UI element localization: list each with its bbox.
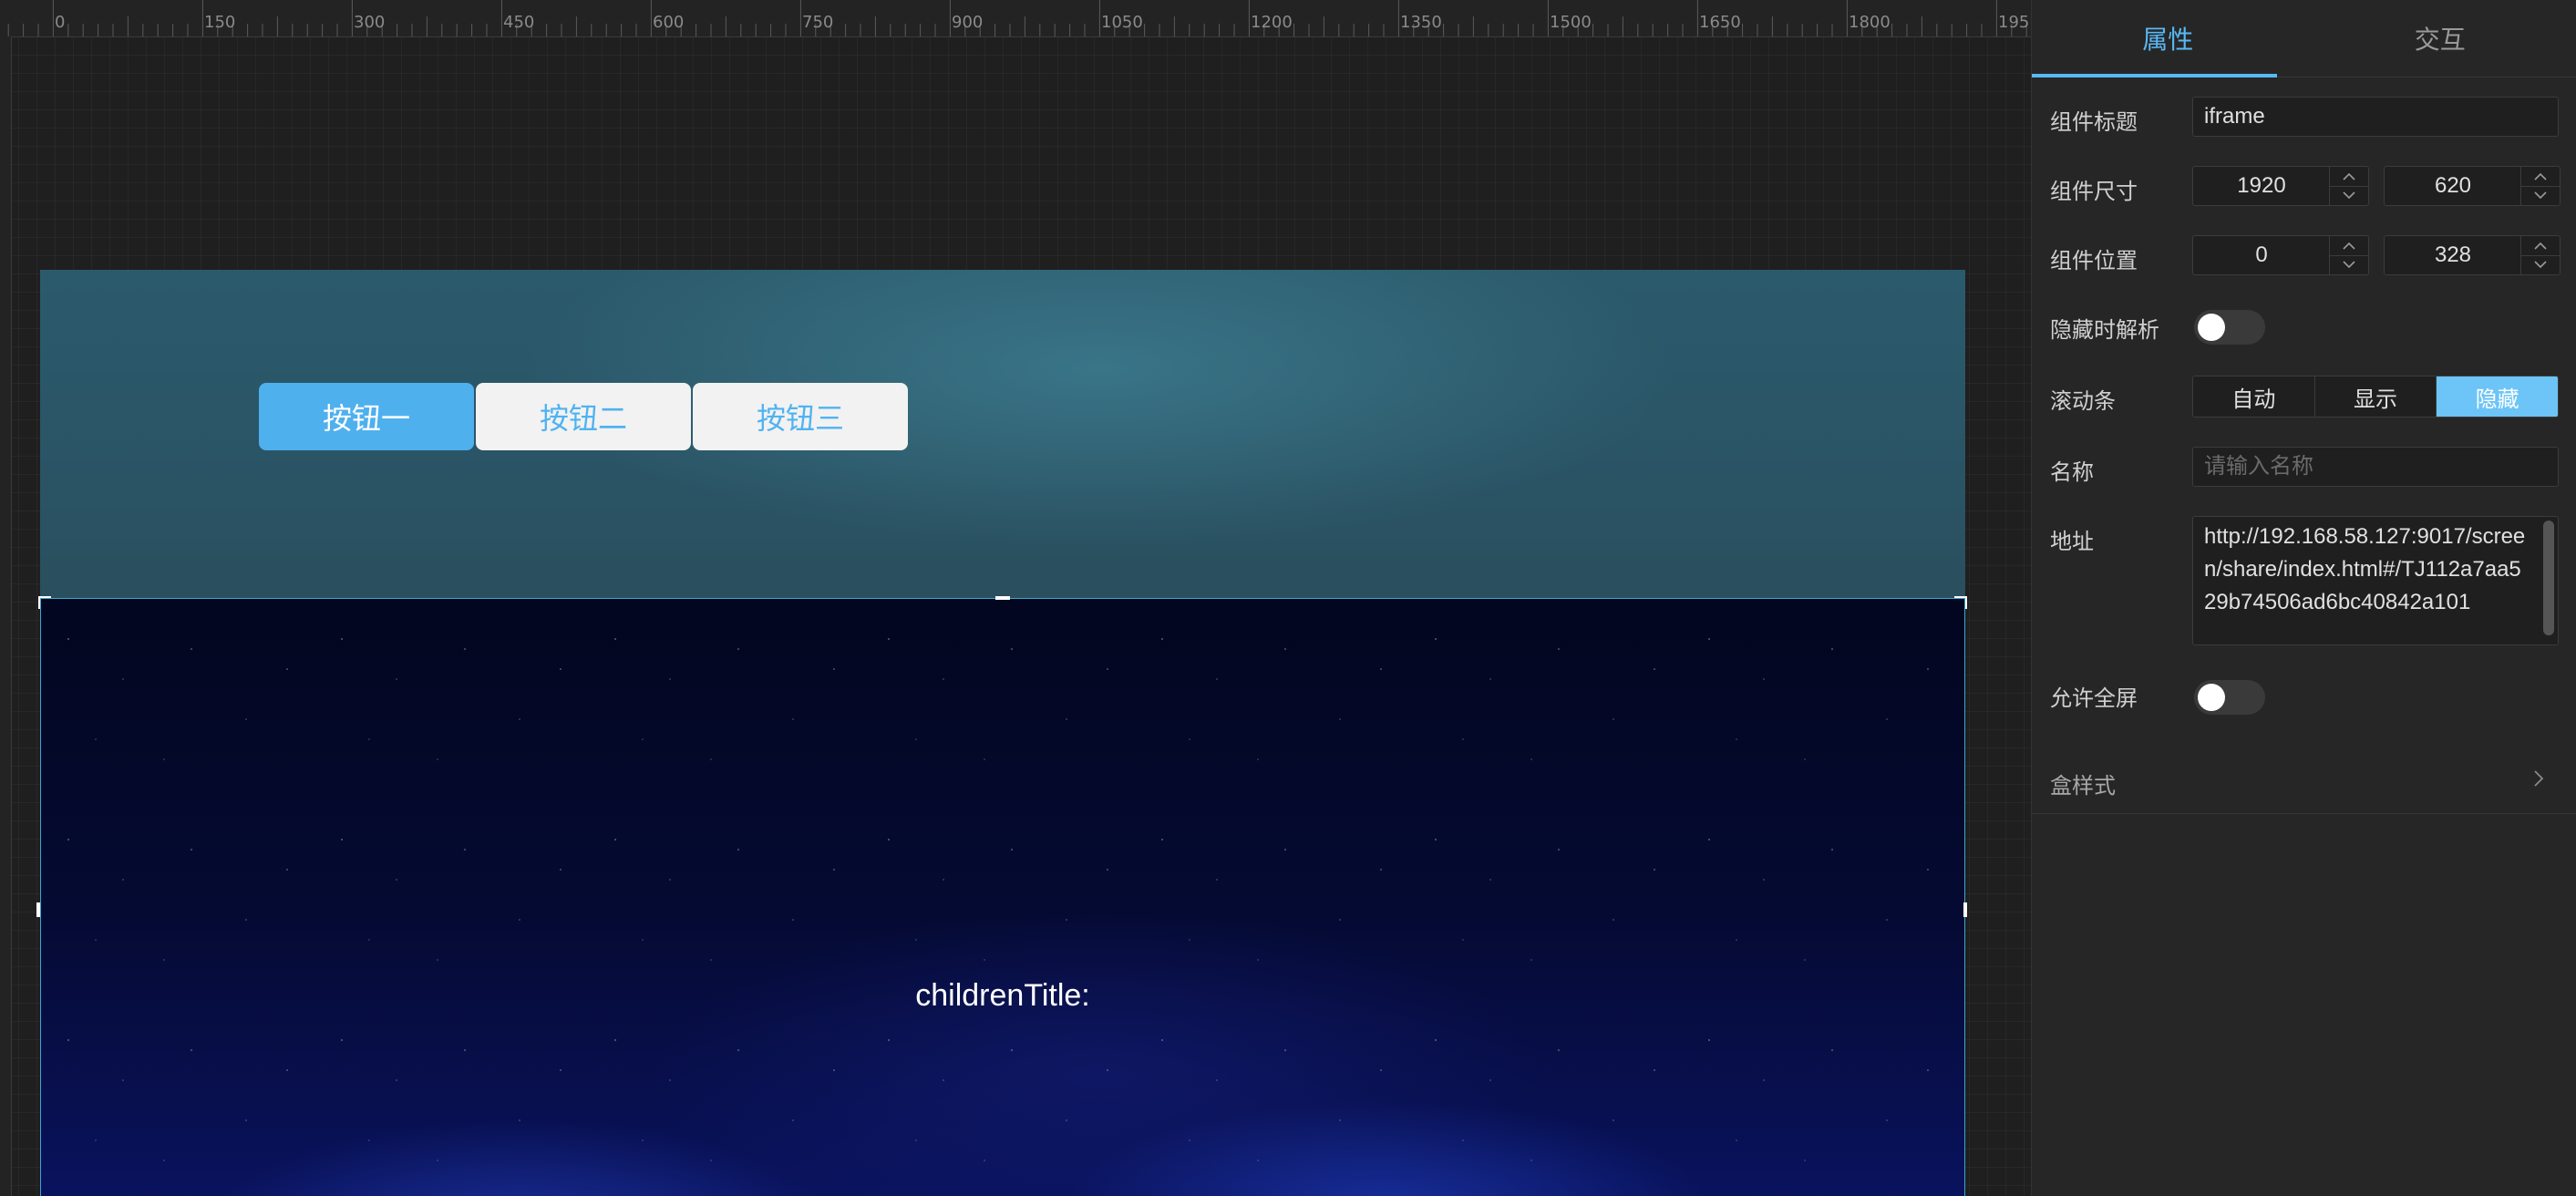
pos-y-stepper	[2520, 236, 2560, 274]
editor-canvas[interactable]: 0 150 300 450 600 750 900 1050 1200 1350 1500 1650 1…	[0, 0, 2031, 1196]
iframe-component[interactable]: childrenTitle:	[40, 598, 1965, 1196]
panel-tabs: 属性 交互	[2032, 0, 2576, 77]
pos-x-stepper	[2329, 236, 2368, 274]
component-position-label: 组件位置	[2050, 249, 2138, 273]
ruler-tick-label: 0	[55, 13, 66, 32]
address-scrollbar[interactable]	[2543, 521, 2554, 635]
ruler-tick-label: 1800	[1849, 13, 1891, 32]
ruler-vertical	[0, 36, 12, 1196]
address-value: http://192.168.58.127:9017/screen/share/…	[2204, 524, 2526, 614]
ruler-tick-label: 1200	[1251, 13, 1293, 32]
resize-handle-left[interactable]	[36, 902, 40, 917]
chevron-down-icon	[2343, 261, 2355, 269]
scrollbar-option-auto[interactable]: 自动	[2193, 376, 2315, 417]
ruler-tick-label: 1050	[1101, 13, 1143, 32]
pos-x-value: 0	[2255, 242, 2268, 267]
chevron-down-icon	[2534, 261, 2547, 269]
button-group-component[interactable]: 按钮一 按钮二 按钮三	[40, 270, 1965, 598]
resize-handle-top-right[interactable]	[1954, 596, 1967, 609]
scrollbar-label: 滚动条	[2050, 389, 2116, 414]
component-title-input[interactable]	[2192, 97, 2559, 137]
scrollbar-option-show[interactable]: 显示	[2314, 376, 2437, 417]
height-increment[interactable]	[2521, 167, 2560, 187]
width-value: 1920	[2237, 173, 2286, 198]
pos-y-decrement[interactable]	[2521, 255, 2560, 274]
width-increment[interactable]	[2330, 167, 2368, 187]
fullscreen-label: 允许全屏	[2050, 686, 2138, 711]
height-input[interactable]: 620	[2384, 166, 2561, 206]
component-size-label: 组件尺寸	[2050, 180, 2138, 204]
chevron-right-icon	[2534, 770, 2544, 787]
ruler-tick-label: 300	[354, 13, 386, 32]
height-value: 620	[2434, 173, 2472, 198]
height-decrement[interactable]	[2521, 186, 2560, 205]
pos-x-decrement[interactable]	[2330, 255, 2368, 274]
scrollbar-segmented-control: 自动 显示 隐藏	[2192, 376, 2559, 418]
height-stepper	[2520, 167, 2560, 205]
ruler-tick-label: 450	[503, 13, 535, 32]
iframe-children-title: childrenTitle:	[915, 978, 1090, 1013]
tab-properties[interactable]: 属性	[2032, 0, 2304, 77]
ruler-tick-label: 1650	[1699, 13, 1741, 32]
scrollbar-option-hide[interactable]: 隐藏	[2437, 376, 2558, 417]
hidden-parse-toggle[interactable]	[2194, 310, 2265, 345]
box-style-label: 盒样式	[2050, 774, 2116, 799]
resize-handle-top[interactable]	[995, 596, 1010, 600]
width-decrement[interactable]	[2330, 186, 2368, 205]
width-stepper	[2329, 167, 2368, 205]
address-label: 地址	[2050, 530, 2094, 554]
pos-y-value: 328	[2434, 242, 2472, 267]
chevron-down-icon	[2534, 191, 2547, 200]
ruler-tick-label: 600	[653, 13, 685, 32]
pos-y-increment[interactable]	[2521, 236, 2560, 256]
tab-button-1[interactable]: 按钮一	[259, 383, 474, 450]
chevron-up-icon	[2534, 172, 2547, 180]
pos-y-input[interactable]: 328	[2384, 235, 2561, 275]
toggle-knob	[2198, 684, 2225, 711]
tab-interaction[interactable]: 交互	[2304, 0, 2576, 77]
ruler-horizontal: 0 150 300 450 600 750 900 1050 1200 1350 1500 1650 1…	[0, 0, 2031, 37]
chevron-up-icon	[2534, 242, 2547, 250]
tab-button-group: 按钮一 按钮二 按钮三	[259, 383, 910, 450]
width-input[interactable]: 1920	[2192, 166, 2369, 206]
ruler-tick-label: 900	[952, 13, 984, 32]
properties-panel: 属性 交互 组件标题 组件尺寸 1920 620 组件位置 0	[2031, 0, 2576, 1196]
pos-x-input[interactable]: 0	[2192, 235, 2369, 275]
chevron-down-icon	[2343, 191, 2355, 200]
name-input[interactable]	[2192, 447, 2559, 487]
resize-handle-right[interactable]	[1963, 902, 1967, 917]
starfield-background	[41, 599, 1964, 1196]
ruler-tick-label: 195	[1998, 13, 2030, 32]
resize-handle-top-left[interactable]	[38, 596, 51, 609]
chevron-up-icon	[2343, 172, 2355, 180]
fullscreen-toggle[interactable]	[2194, 680, 2265, 715]
address-textarea[interactable]: http://192.168.58.127:9017/screen/share/…	[2192, 516, 2559, 645]
tab-button-3[interactable]: 按钮三	[693, 383, 908, 450]
ruler-tick-label: 750	[802, 13, 834, 32]
component-title-label: 组件标题	[2050, 110, 2138, 135]
pos-x-increment[interactable]	[2330, 236, 2368, 256]
ruler-tick-label: 1500	[1550, 13, 1592, 32]
name-label: 名称	[2050, 460, 2094, 485]
hidden-parse-label: 隐藏时解析	[2050, 318, 2159, 343]
box-style-section[interactable]: 盒样式	[2032, 748, 2576, 814]
chevron-up-icon	[2343, 242, 2355, 250]
ruler-tick-label: 150	[204, 13, 236, 32]
ruler-tick-label: 1350	[1400, 13, 1442, 32]
tab-button-2[interactable]: 按钮二	[476, 383, 691, 450]
toggle-knob	[2198, 314, 2225, 341]
